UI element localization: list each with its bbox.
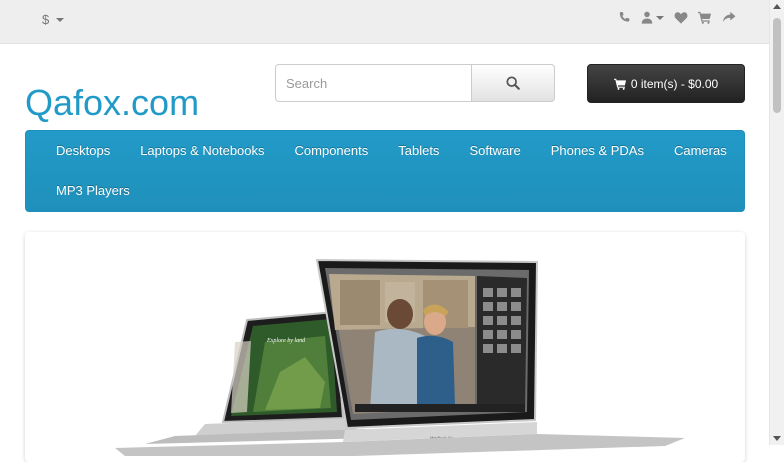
top-bar: $ bbox=[0, 0, 770, 44]
chevron-down-icon bbox=[656, 16, 664, 20]
cart-total: 0 item(s) - $0.00 bbox=[630, 76, 719, 91]
phone-icon[interactable] bbox=[618, 11, 631, 24]
menu-item-software[interactable]: Software bbox=[454, 131, 535, 171]
chevron-down-icon bbox=[56, 18, 65, 22]
menu-item-cameras[interactable]: Cameras bbox=[659, 131, 742, 171]
menu-item-components[interactable]: Components bbox=[280, 131, 384, 171]
share-icon[interactable] bbox=[722, 11, 736, 24]
heart-icon[interactable] bbox=[674, 11, 688, 24]
currency-symbol: $ bbox=[42, 12, 50, 27]
cart-button[interactable]: 0 item(s) - $0.00 bbox=[587, 64, 745, 103]
search-button[interactable] bbox=[471, 64, 555, 102]
macbook-slide-image: Explore by land MacBook Air bbox=[115, 258, 685, 456]
cart-icon bbox=[613, 78, 626, 90]
menu-item-laptops-notebooks[interactable]: Laptops & Notebooks bbox=[125, 131, 279, 171]
scroll-thumb[interactable] bbox=[773, 18, 781, 113]
main-menu: Desktops Laptops & Notebooks Components … bbox=[25, 130, 745, 212]
page-scrollbar[interactable] bbox=[769, 0, 784, 445]
search-input[interactable] bbox=[275, 64, 471, 102]
search-bar bbox=[275, 64, 555, 102]
menu-item-tablets[interactable]: Tablets bbox=[383, 131, 454, 171]
scroll-up-arrow-icon[interactable] bbox=[773, 4, 781, 9]
cart-icon[interactable] bbox=[698, 11, 712, 24]
account-dropdown[interactable] bbox=[641, 11, 664, 24]
user-icon bbox=[641, 11, 653, 24]
front-laptop: MacBook Air bbox=[115, 258, 685, 456]
currency-dropdown[interactable]: $ bbox=[42, 12, 65, 27]
menu-item-phones-pdas[interactable]: Phones & PDAs bbox=[536, 131, 659, 171]
slideshow-banner[interactable]: Explore by land MacBook Air bbox=[25, 232, 745, 462]
menu-item-mp3-players[interactable]: MP3 Players bbox=[41, 171, 145, 211]
top-links bbox=[618, 11, 736, 24]
menu-item-desktops[interactable]: Desktops bbox=[41, 131, 125, 171]
back-screen-text: Explore by land bbox=[266, 338, 306, 344]
search-icon bbox=[506, 76, 520, 90]
scroll-down-arrow-icon[interactable] bbox=[773, 436, 781, 441]
site-logo[interactable]: Qafox.com bbox=[25, 82, 199, 124]
